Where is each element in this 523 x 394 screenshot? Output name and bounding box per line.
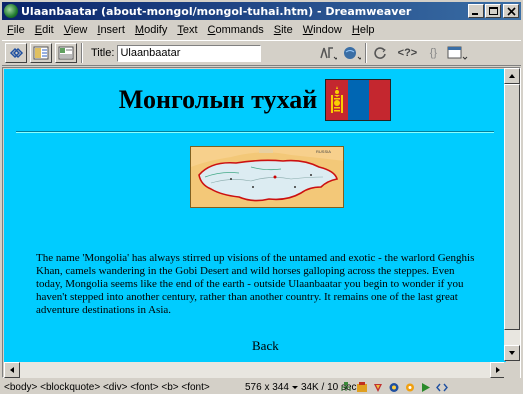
code-navigation-glyph: <?> xyxy=(397,47,418,59)
document-toolbar: Title: Ulaanbaatar <?> {} xyxy=(2,40,521,66)
toolbar-separator xyxy=(81,43,83,63)
menu-help[interactable]: Help xyxy=(347,22,380,38)
back-link[interactable]: Back xyxy=(252,338,279,354)
split-view-icon xyxy=(33,46,49,60)
design-view-canvas[interactable]: Монголын тухай RUSSIA The name 'Mongolia… xyxy=(4,69,506,362)
css-styles-icon[interactable] xyxy=(388,382,400,393)
assets-icon[interactable] xyxy=(356,381,368,393)
close-button[interactable] xyxy=(503,4,519,18)
menu-text[interactable]: Text xyxy=(172,22,202,38)
horizontal-scrollbar[interactable] xyxy=(4,362,506,378)
file-management-icon[interactable] xyxy=(319,44,338,62)
page-title-label: Title: xyxy=(91,47,115,59)
launcher-bar xyxy=(340,380,448,394)
page-title-input[interactable]: Ulaanbaatar xyxy=(117,44,262,62)
menu-view[interactable]: View xyxy=(59,22,93,38)
dreamweaver-app-icon[interactable] xyxy=(4,4,18,18)
tag-selector[interactable]: <body> <blockquote> <div> <font> <b> <fo… xyxy=(4,382,210,393)
arrow-up-icon xyxy=(509,74,515,78)
view-options-icon[interactable] xyxy=(447,44,469,62)
behaviors-icon[interactable] xyxy=(404,382,416,393)
arrow-left-icon xyxy=(10,367,14,373)
history-icon[interactable] xyxy=(420,382,432,393)
document-window: Монголын тухай RUSSIA The name 'Mongolia… xyxy=(2,67,521,378)
html-styles-icon[interactable] xyxy=(372,382,384,393)
split-view-button[interactable] xyxy=(30,43,52,63)
code-navigation-icon[interactable]: <?> xyxy=(395,44,418,62)
window-size-menu[interactable]: 576 x 344 xyxy=(245,382,289,393)
dropdown-arrow-icon[interactable] xyxy=(291,383,299,391)
braces-icon[interactable]: {} xyxy=(423,44,441,62)
menu-window[interactable]: Window xyxy=(298,22,347,38)
menu-bar: File Edit View Insert Modify Text Commands Site… xyxy=(2,21,521,39)
toolbar-separator xyxy=(365,43,368,63)
scroll-up-button[interactable] xyxy=(504,68,520,84)
menu-insert[interactable]: Insert xyxy=(92,22,130,38)
status-bar: <body> <blockquote> <div> <font> <b> <fo… xyxy=(2,380,521,394)
map-country-label: RUSSIA xyxy=(316,149,331,154)
intro-paragraph[interactable]: The name 'Mongolia' has always stirred u… xyxy=(36,252,482,317)
window-title: Ulaanbaatar (about-mongol/mongol-tuhai.h… xyxy=(21,4,412,18)
design-view-icon xyxy=(58,46,74,60)
code-view-icon xyxy=(9,47,24,59)
menu-modify[interactable]: Modify xyxy=(130,22,172,38)
minimize-button[interactable] xyxy=(468,4,484,18)
arrow-right-icon xyxy=(496,367,500,373)
horizontal-rule[interactable] xyxy=(16,131,494,133)
minimize-icon xyxy=(472,13,478,15)
heading-row: Монголын тухай xyxy=(4,79,506,121)
title-bar[interactable]: Ulaanbaatar (about-mongol/mongol-tuhai.h… xyxy=(2,2,521,20)
dreamweaver-window: Ulaanbaatar (about-mongol/mongol-tuhai.h… xyxy=(0,0,523,394)
maximize-button[interactable] xyxy=(485,4,501,18)
site-icon[interactable] xyxy=(340,381,352,393)
menu-file[interactable]: File xyxy=(2,22,30,38)
close-icon xyxy=(507,7,516,16)
maximize-icon xyxy=(489,7,498,15)
mongolia-flag-image[interactable] xyxy=(325,79,392,121)
scroll-down-button[interactable] xyxy=(504,345,520,361)
design-view-button[interactable] xyxy=(55,43,77,63)
code-view-button[interactable] xyxy=(5,43,27,63)
menu-site[interactable]: Site xyxy=(269,22,298,38)
arrow-down-icon xyxy=(509,351,515,355)
scroll-left-button[interactable] xyxy=(4,362,20,378)
scrollbar-corner xyxy=(504,362,520,378)
code-inspector-icon[interactable] xyxy=(436,382,448,393)
preview-browser-icon[interactable] xyxy=(343,44,362,62)
mongolia-map-image[interactable]: RUSSIA xyxy=(190,146,344,208)
vertical-scrollbar[interactable] xyxy=(504,68,520,361)
vertical-scroll-thumb[interactable] xyxy=(504,84,520,330)
refresh-icon[interactable] xyxy=(371,44,389,62)
soyombo-emblem-icon xyxy=(331,86,344,113)
menu-commands[interactable]: Commands xyxy=(203,22,269,38)
menu-edit[interactable]: Edit xyxy=(30,22,59,38)
page-heading[interactable]: Монголын тухай xyxy=(119,85,317,115)
